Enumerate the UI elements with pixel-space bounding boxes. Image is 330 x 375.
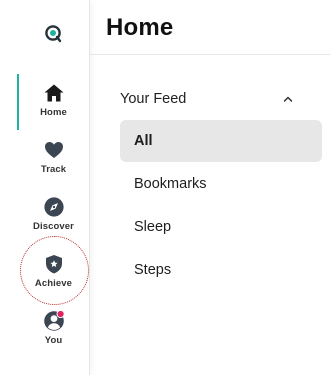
nav-item-discover[interactable]: Discover bbox=[17, 196, 90, 248]
nav-item-you[interactable]: You bbox=[17, 310, 90, 362]
app-logo-icon bbox=[45, 25, 62, 43]
feed-filter-all[interactable]: All bbox=[120, 120, 322, 162]
nav-item-achieve[interactable]: Achieve bbox=[17, 253, 90, 305]
feed-filter-bookmarks[interactable]: Bookmarks bbox=[120, 163, 322, 205]
page-header: Home bbox=[90, 0, 330, 55]
nav-label-home: Home bbox=[40, 107, 67, 118]
nav-label-discover: Discover bbox=[33, 221, 74, 232]
nav-label-you: You bbox=[44, 335, 63, 346]
compass-icon bbox=[43, 197, 64, 217]
nav-rail: Home Track Discover Achieve You bbox=[0, 0, 90, 375]
nav-label-track: Track bbox=[40, 164, 67, 175]
feed-filter-sleep[interactable]: Sleep bbox=[120, 206, 322, 248]
nav-item-track[interactable]: Track bbox=[17, 139, 90, 191]
chevron-up-icon bbox=[283, 96, 293, 102]
nav-label-achieve: Achieve bbox=[34, 278, 73, 289]
profile-icon bbox=[43, 310, 65, 331]
home-icon bbox=[44, 84, 63, 102]
page-title: Home bbox=[106, 14, 174, 41]
feed-section-title: Your Feed bbox=[120, 91, 187, 107]
feed-section-toggle[interactable]: Your Feed bbox=[120, 86, 300, 112]
shield-star-icon bbox=[45, 255, 62, 274]
feed-filter-list: All Bookmarks Sleep Steps bbox=[120, 120, 322, 292]
heart-icon bbox=[44, 142, 63, 158]
nav-item-home[interactable]: Home bbox=[17, 74, 90, 134]
feed-filter-steps[interactable]: Steps bbox=[120, 249, 322, 291]
